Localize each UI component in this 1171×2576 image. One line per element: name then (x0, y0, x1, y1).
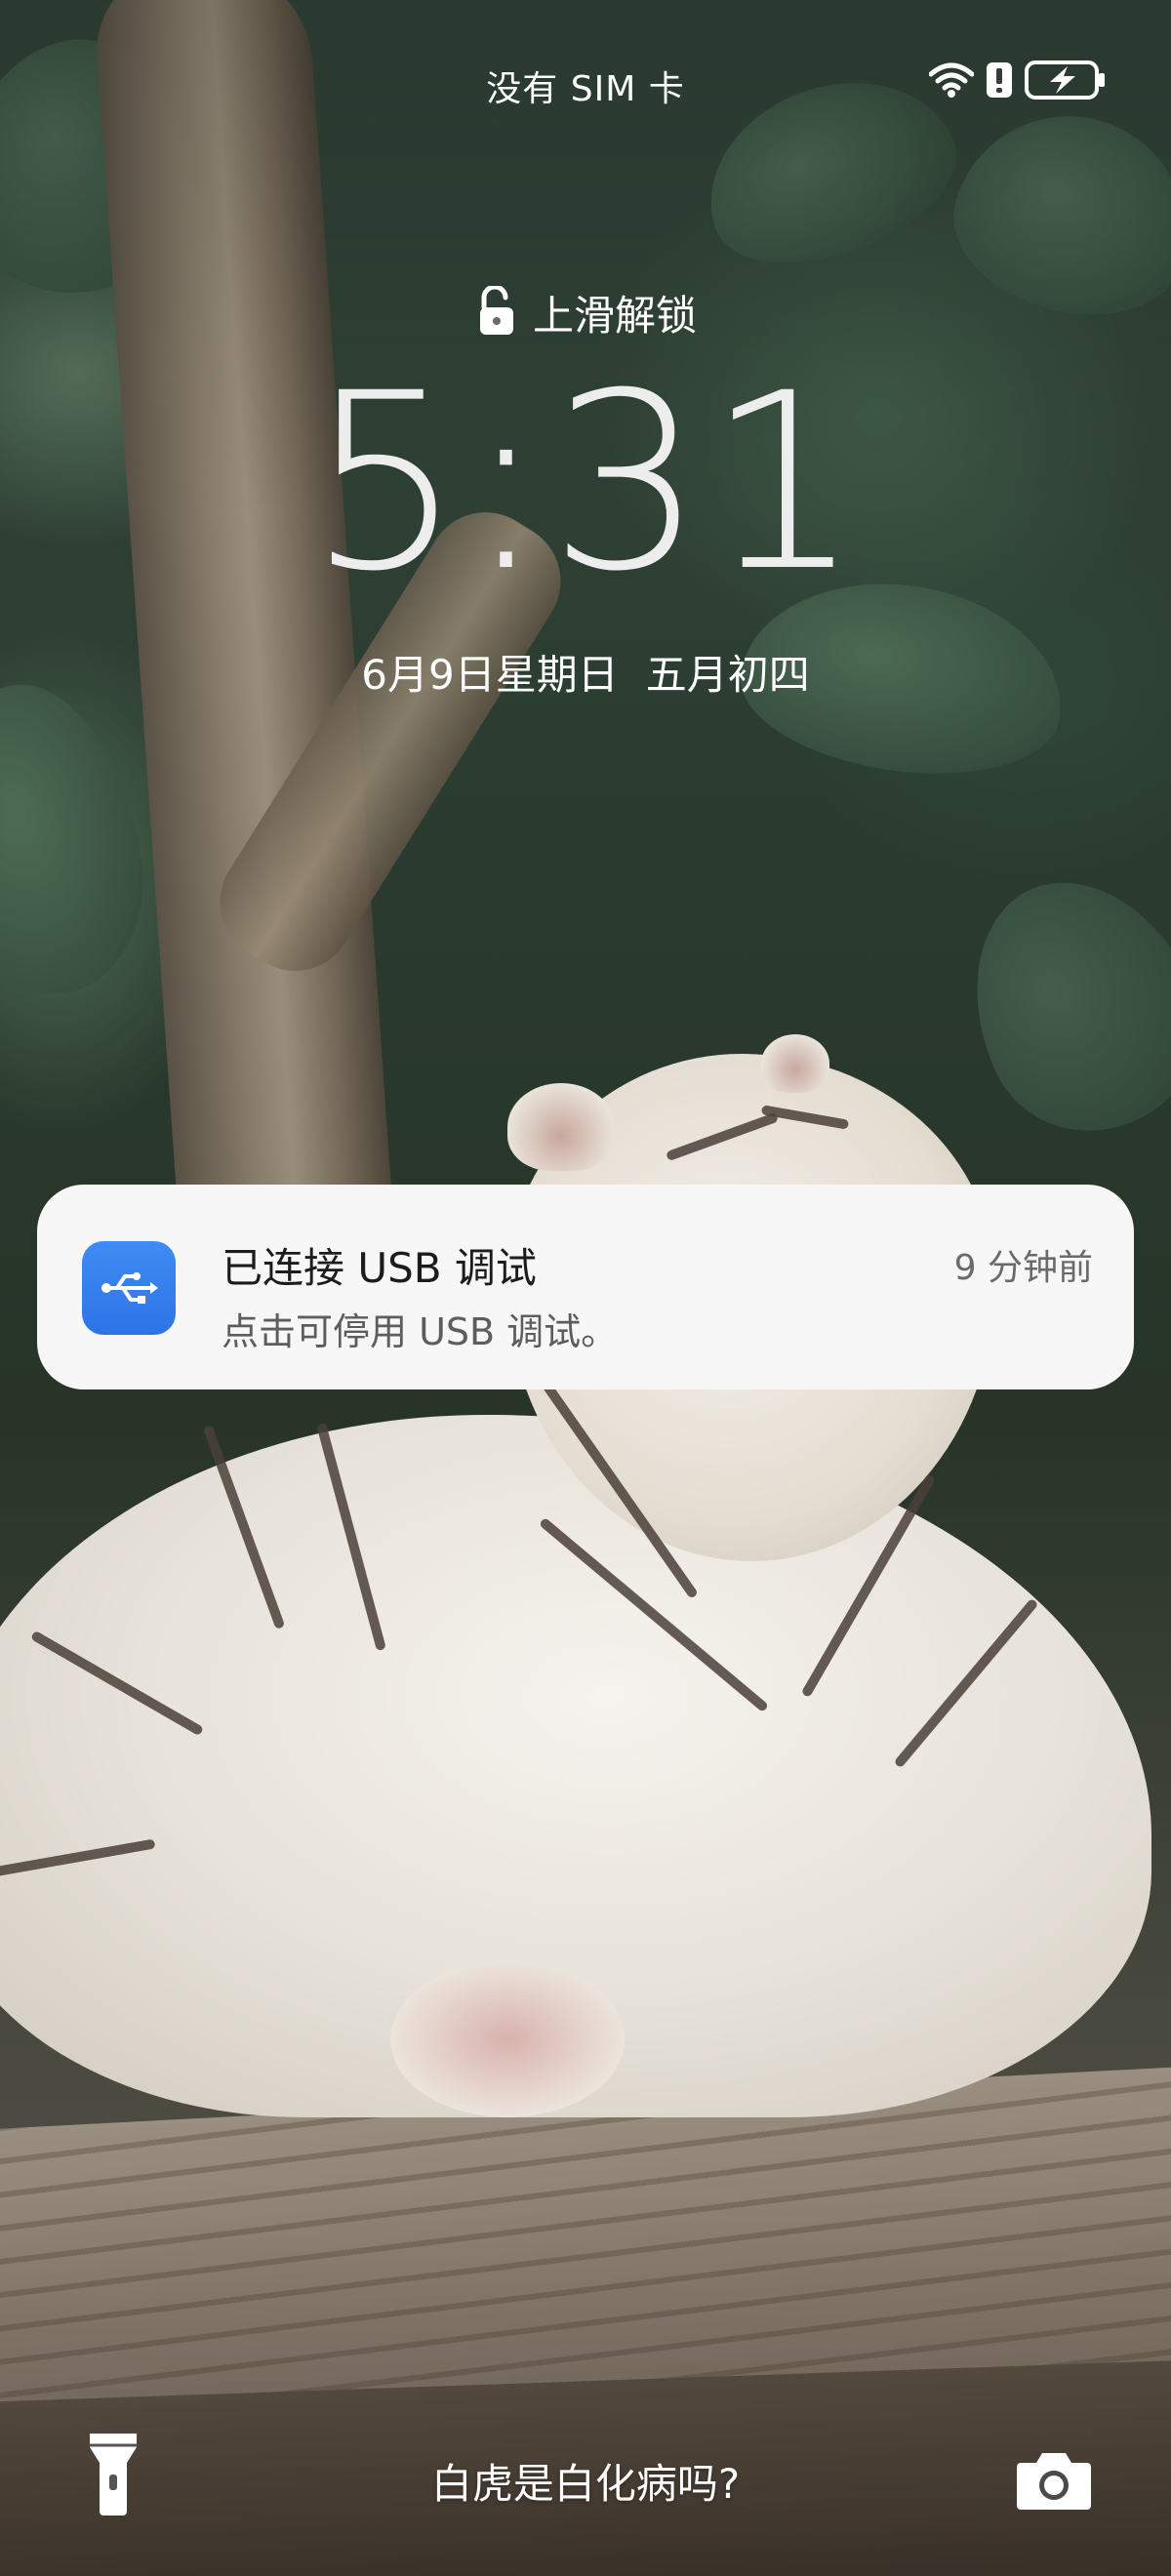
unlock-hint: 上滑解锁 (0, 283, 1171, 342)
notification-time: 9 分钟前 (953, 1248, 1093, 1288)
lock-screen[interactable]: 没有 SIM 卡 上滑解锁 5:31 6月9日星期日 五月初四 已连接 USB … (0, 0, 1171, 2576)
battery-charging-icon (1025, 60, 1107, 100)
clock-time: 5:31 (307, 341, 864, 624)
date-label: 6月9日星期日 (361, 651, 619, 699)
wallpaper-caption[interactable]: 白虎是白化病吗? (0, 2451, 1171, 2511)
lunar-date-label: 五月初四 (645, 651, 810, 699)
notification-title: 已连接 USB 调试 (222, 1244, 537, 1292)
date-line: 6月9日星期日 五月初四 (0, 642, 1171, 702)
status-icons (929, 60, 1107, 100)
notification-body: 点击可停用 USB 调试。 (222, 1310, 619, 1353)
status-bar: 没有 SIM 卡 (0, 0, 1171, 117)
lock-open-icon (474, 284, 519, 341)
usb-icon (82, 1241, 176, 1335)
unlock-hint-label: 上滑解锁 (532, 292, 697, 340)
usb-debug-notification[interactable]: 已连接 USB 调试 点击可停用 USB 调试。 9 分钟前 (37, 1185, 1134, 1389)
alert-icon (986, 61, 1013, 99)
camera-icon[interactable] (1015, 2449, 1093, 2512)
wifi-icon (929, 62, 974, 98)
